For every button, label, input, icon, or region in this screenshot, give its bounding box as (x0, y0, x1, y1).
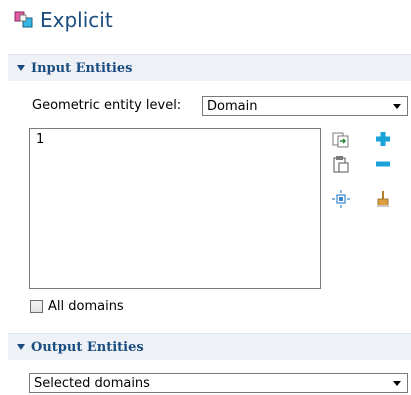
collapse-triangle-icon (17, 65, 25, 71)
dropdown-arrow-icon (393, 104, 401, 109)
output-entities-select[interactable]: Selected domains (29, 373, 408, 393)
all-domains-label: All domains (48, 299, 124, 314)
all-domains-checkbox[interactable] (30, 300, 43, 313)
clipboard-icon[interactable] (332, 155, 350, 173)
paste-selection-icon[interactable] (332, 130, 350, 148)
add-to-selection-icon[interactable] (374, 130, 392, 148)
geometric-level-select[interactable]: Domain (202, 96, 408, 116)
all-domains-row[interactable]: All domains (30, 299, 124, 314)
list-item[interactable]: 1 (30, 129, 320, 147)
title-row: Explicit (14, 5, 113, 35)
remove-from-selection-icon[interactable] (374, 155, 392, 173)
dropdown-arrow-icon (393, 381, 401, 386)
explicit-selection-icon (14, 11, 33, 28)
section-output-entities[interactable]: Output Entities (8, 333, 411, 360)
output-entities-value: Selected domains (34, 375, 150, 391)
zoom-to-selection-icon[interactable] (332, 190, 350, 208)
collapse-triangle-icon (17, 344, 25, 350)
geometric-level-value: Domain (207, 98, 258, 114)
page-title: Explicit (40, 8, 113, 32)
section-input-entities[interactable]: Input Entities (8, 54, 411, 81)
clear-selection-brush-icon[interactable] (374, 190, 392, 208)
geometric-level-label: Geometric entity level: (32, 98, 182, 113)
selection-listbox[interactable]: 1 (29, 128, 321, 289)
section-input-label: Input Entities (31, 60, 133, 76)
section-output-label: Output Entities (31, 339, 144, 355)
